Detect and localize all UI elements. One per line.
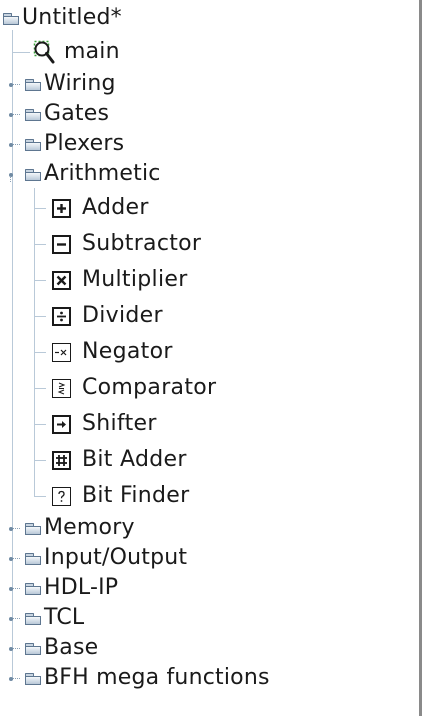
tree-item-main[interactable]: main [33,37,120,67]
divider-icon [52,306,71,326]
tree-item-label: Bit Finder [82,483,190,508]
tree-item-divider[interactable]: Divider [52,301,163,331]
tree-folder-input-output[interactable]: Input/Output [25,543,187,573]
expand-handle[interactable] [9,585,21,593]
tree-item-comparator[interactable]: Comparator [52,373,216,403]
tree-item-label: Multiplier [82,267,188,292]
tree-item-bit-finder[interactable]: Bit Finder [52,481,189,511]
tree-item-label: Subtractor [82,231,202,256]
negator-icon [52,342,71,362]
tree-item-bit-adder[interactable]: Bit Adder [52,445,187,475]
folder-icon [25,672,41,685]
tree-folder-tcl[interactable]: TCL [25,603,84,633]
tree-item-label: Divider [82,303,163,328]
tree-folder-label: Wiring [44,71,116,96]
tree-line [34,244,46,245]
magnifier-icon [33,39,55,65]
subtractor-icon [52,234,71,254]
bit-adder-icon [52,450,71,470]
tree-line [34,496,46,497]
folder-icon [25,522,41,535]
tree-folder-arithmetic[interactable]: Arithmetic [25,159,161,189]
tree-item-label: Adder [82,195,149,220]
tree-folder-label: Arithmetic [44,161,161,186]
folder-icon [25,138,41,151]
tree-folder-wiring[interactable]: Wiring [25,69,116,99]
comparator-icon [52,378,71,398]
folder-icon [25,108,41,121]
tree-line [34,316,46,317]
collapse-handle[interactable] [9,171,21,182]
expand-handle[interactable] [9,675,21,683]
tree-line [34,208,46,209]
folder-icon [25,552,41,565]
tree-item-label: Bit Adder [82,447,187,472]
tree-folder-label: TCL [44,605,85,630]
tree-folder-plexers[interactable]: Plexers [25,129,124,159]
multiplier-icon [52,270,71,290]
folder-icon [25,612,41,625]
tree-line [12,30,13,680]
tree-folder-base[interactable]: Base [25,633,98,663]
tree-folder-label: Plexers [44,131,125,156]
tree-folder-label: Base [44,635,99,660]
tree-line [34,188,35,496]
expand-handle[interactable] [9,555,21,563]
tree-root-untitled[interactable]: Untitled* [3,3,122,33]
tree-item-subtractor[interactable]: Subtractor [52,229,201,259]
shifter-icon [52,414,71,434]
tree-folder-hdl-ip[interactable]: HDL-IP [25,573,118,603]
tree-item-adder[interactable]: Adder [52,193,149,223]
expand-handle[interactable] [9,81,21,89]
tree-item-label: Comparator [82,375,217,400]
tree-item-label: Negator [82,339,173,364]
tree-line [34,460,46,461]
explorer-tree: Untitled* main Wiring Gates Plexers Arit… [0,0,419,716]
tree-folder-memory[interactable]: Memory [25,513,135,543]
expand-handle[interactable] [9,645,21,653]
tree-folder-label: BFH mega functions [44,665,270,690]
bit-finder-icon [52,486,71,506]
tree-item-multiplier[interactable]: Multiplier [52,265,188,295]
tree-line [34,280,46,281]
tree-folder-label: Input/Output [44,545,188,570]
folder-icon [25,168,41,181]
expand-handle[interactable] [9,525,21,533]
tree-item-label: main [64,39,120,64]
folder-icon [25,642,41,655]
expand-handle[interactable] [9,111,21,119]
folder-icon [25,78,41,91]
expand-handle[interactable] [9,615,21,623]
tree-root-label: Untitled* [22,5,122,30]
folder-icon [3,12,19,25]
tree-folder-bfh-mega-functions[interactable]: BFH mega functions [25,663,270,693]
adder-icon [52,198,71,218]
tree-line [34,352,46,353]
folder-icon [25,582,41,595]
tree-folder-label: HDL-IP [44,575,119,600]
tree-item-label: Shifter [82,411,157,436]
tree-item-shifter[interactable]: Shifter [52,409,157,439]
expand-handle[interactable] [9,141,21,149]
tree-line [34,388,46,389]
tree-folder-label: Memory [44,515,135,540]
tree-folder-label: Gates [44,101,110,126]
tree-line [34,424,46,425]
tree-folder-gates[interactable]: Gates [25,99,109,129]
tree-line [12,52,30,53]
tree-item-negator[interactable]: Negator [52,337,173,367]
